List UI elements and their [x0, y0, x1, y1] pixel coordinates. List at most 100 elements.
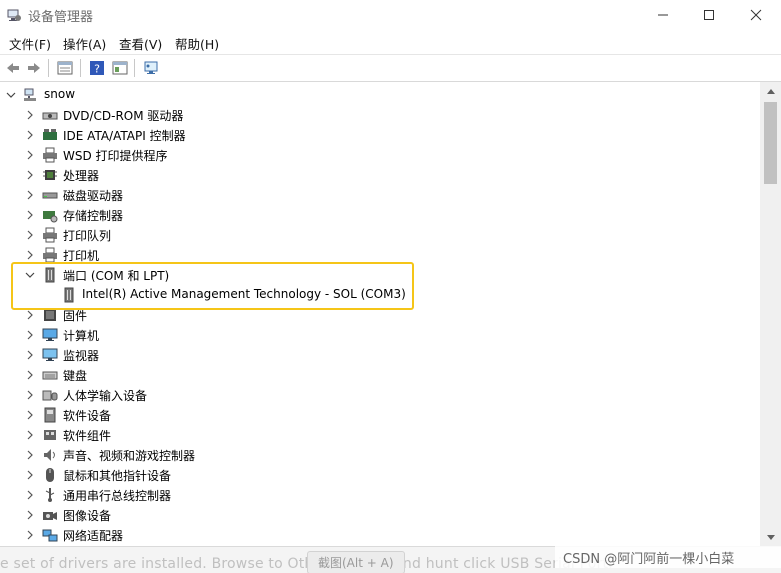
tree-item-label: 软件设备 [63, 409, 112, 423]
chevron-right-icon[interactable] [24, 388, 36, 402]
watermark: CSDN @阿门阿前一棵小白菜 [555, 546, 781, 568]
tree-item-label: 键盘 [63, 369, 88, 383]
tree-item-label: 声音、视频和游戏控制器 [63, 449, 196, 463]
tree-item-label: 存储控制器 [63, 209, 124, 223]
chevron-right-icon[interactable] [24, 328, 36, 342]
tree-item-label: 打印队列 [63, 229, 112, 243]
tree-category-row[interactable]: 处理器 [0, 165, 760, 185]
monitor-icon [42, 348, 58, 361]
tree-category-row[interactable]: 软件组件 [0, 425, 760, 445]
chevron-right-icon[interactable] [24, 128, 36, 142]
chevron-right-icon[interactable] [24, 368, 36, 382]
tree-item-label: 网络适配器 [63, 529, 124, 543]
menu-action[interactable]: 操作(A) [63, 34, 106, 53]
tree-category-row[interactable]: 磁盘驱动器 [0, 185, 760, 205]
forward-arrow-icon [27, 62, 40, 73]
monitor-scan-icon [144, 61, 157, 74]
forward-button[interactable] [24, 58, 43, 77]
close-icon [750, 9, 762, 21]
scroll-down-button[interactable] [760, 529, 781, 546]
screenshot-hint: 截图(Alt + A) [307, 551, 405, 573]
device-tree[interactable]: snow DVD/CD-ROM 驱动器 IDE ATA/ATAPI 控制器 WSD … [0, 82, 760, 546]
hid-icon [42, 390, 58, 401]
view-button[interactable] [110, 58, 129, 77]
chevron-right-icon[interactable] [24, 228, 36, 242]
tree-category-row[interactable]: DVD/CD-ROM 驱动器 [0, 105, 760, 125]
chevron-right-icon[interactable] [24, 428, 36, 442]
sound-icon [44, 449, 55, 461]
back-arrow-icon [6, 62, 19, 73]
chevron-right-icon[interactable] [24, 408, 36, 422]
printer-icon [43, 147, 57, 163]
svg-text:?: ? [94, 62, 100, 75]
chevron-right-icon[interactable] [24, 108, 36, 122]
chevron-right-icon[interactable] [24, 528, 36, 542]
tree-item-label: 监视器 [63, 349, 100, 363]
tree-category-row[interactable]: 打印队列 [0, 225, 760, 245]
tree-category-row[interactable]: 键盘 [0, 365, 760, 385]
menu-file[interactable]: 文件(F) [9, 34, 51, 53]
tree-item-label: 计算机 [63, 329, 100, 343]
chevron-right-icon[interactable] [24, 148, 36, 162]
tree-category-row[interactable]: 存储控制器 [0, 205, 760, 225]
chevron-right-icon[interactable] [24, 508, 36, 522]
disk-drive-icon [42, 192, 58, 199]
help-icon: ? [89, 60, 104, 75]
toolbar-separator [48, 59, 49, 77]
computer-icon [24, 88, 36, 101]
back-button[interactable] [3, 58, 22, 77]
chevron-right-icon[interactable] [24, 208, 36, 222]
view-icon [112, 61, 127, 74]
tree-category-row[interactable]: 计算机 [0, 325, 760, 345]
chevron-right-icon[interactable] [24, 168, 36, 182]
tree-category-row[interactable]: 鼠标和其他指针设备 [0, 465, 760, 485]
mouse-icon [46, 468, 54, 482]
chevron-down-icon [766, 534, 775, 540]
chevron-down-icon[interactable] [5, 88, 17, 102]
tree-category-row[interactable]: 通用串行总线控制器 [0, 485, 760, 505]
tree-category-row[interactable]: 声音、视频和游戏控制器 [0, 445, 760, 465]
tree-category-row[interactable]: 监视器 [0, 345, 760, 365]
tree-category-row[interactable]: 图像设备 [0, 505, 760, 525]
chevron-right-icon[interactable] [24, 348, 36, 362]
tree-item-label: 处理器 [63, 169, 100, 183]
tree-category-row[interactable]: WSD 打印提供程序 [0, 145, 760, 165]
menu-help[interactable]: 帮助(H) [175, 34, 219, 53]
usb-icon [45, 488, 55, 502]
network-icon [42, 529, 58, 542]
properties-button[interactable] [55, 58, 74, 77]
chevron-right-icon[interactable] [24, 248, 36, 262]
tree-category-row[interactable]: IDE ATA/ATAPI 控制器 [0, 125, 760, 145]
maximize-icon [704, 10, 714, 20]
keyboard-icon [42, 371, 58, 380]
computer-icon [42, 328, 58, 341]
minimize-button[interactable] [640, 0, 686, 30]
close-button[interactable] [733, 0, 779, 30]
toolbar-separator [134, 59, 135, 77]
maximize-button[interactable] [686, 0, 732, 30]
ide-controller-icon [43, 129, 57, 140]
scroll-up-button[interactable] [760, 82, 781, 99]
tree-category-row[interactable]: 人体学输入设备 [0, 385, 760, 405]
tree-category-row[interactable]: 软件设备 [0, 405, 760, 425]
tree-item-label: IDE ATA/ATAPI 控制器 [63, 129, 186, 143]
tree-item-label: 人体学输入设备 [63, 389, 148, 403]
help-button[interactable]: ? [87, 58, 106, 77]
highlight-box [11, 262, 414, 310]
chevron-right-icon[interactable] [24, 188, 36, 202]
tree-item-label: 图像设备 [63, 509, 112, 523]
chevron-right-icon[interactable] [24, 488, 36, 502]
tree-root[interactable]: snow [0, 85, 760, 105]
tree-item-label: WSD 打印提供程序 [63, 149, 168, 163]
tree-category-row[interactable]: 网络适配器 [0, 525, 760, 545]
scrollbar-thumb[interactable] [764, 102, 777, 184]
chevron-right-icon[interactable] [24, 308, 36, 322]
menu-view[interactable]: 查看(V) [119, 34, 162, 53]
processor-icon [43, 170, 57, 180]
vertical-scrollbar[interactable] [760, 82, 781, 546]
chevron-right-icon[interactable] [24, 468, 36, 482]
title-bar: 设备管理器 [0, 0, 781, 30]
chevron-right-icon[interactable] [24, 448, 36, 462]
scan-hardware-button[interactable] [141, 58, 160, 77]
optical-drive-icon [42, 112, 58, 120]
